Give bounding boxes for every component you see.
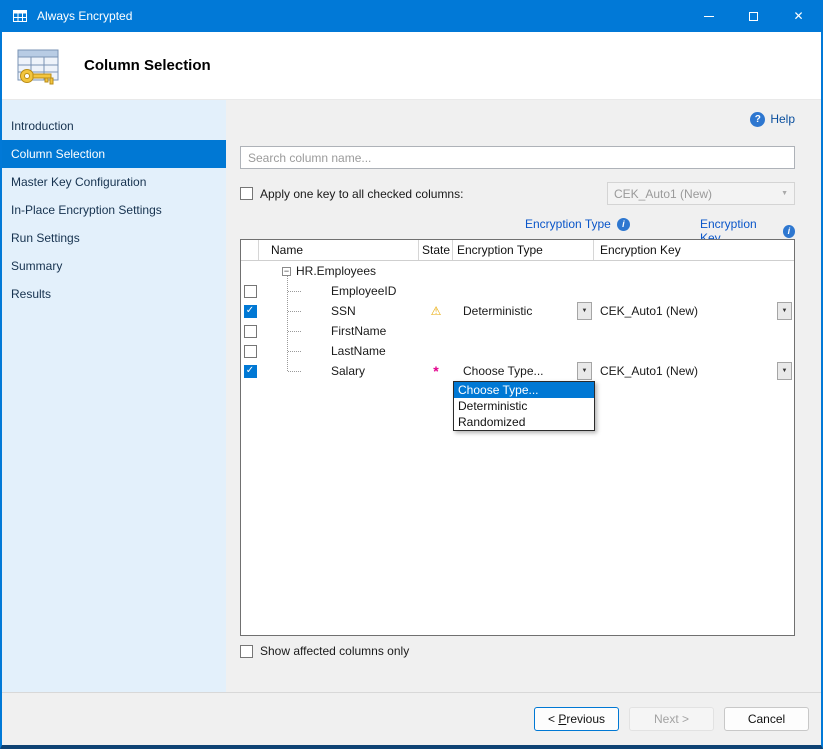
- header-name[interactable]: Name: [259, 240, 419, 260]
- always-encrypted-wizard-window: Always Encrypted ✕ Column Selecti: [0, 0, 823, 749]
- sidebar-item-in-place-encryption-settings[interactable]: In-Place Encryption Settings: [2, 196, 226, 224]
- apply-key-label: Apply one key to all checked columns:: [260, 187, 463, 201]
- page-title: Column Selection: [84, 57, 211, 74]
- table-row: FirstName: [241, 321, 794, 341]
- table-name: HR.Employees: [296, 264, 376, 278]
- content: Introduction Column Selection Master Key…: [2, 100, 821, 692]
- footer: < Previous Next > Cancel: [2, 692, 821, 745]
- column-name: SSN: [331, 304, 356, 318]
- encryption-key-value: CEK_Auto1 (New): [600, 304, 698, 318]
- columns-grid: Name State Encryption Type Encryption Ke…: [240, 239, 795, 636]
- row-checkbox[interactable]: [244, 345, 257, 358]
- table-row: ✓ SSN ⚠ Deterministic ▼ CEK_Auto1 (New) …: [241, 301, 794, 321]
- show-affected-checkbox[interactable]: [240, 645, 253, 658]
- column-links-row: Encryption Type i Encryption Key i: [240, 217, 795, 232]
- encryption-type-value: Deterministic: [463, 304, 532, 318]
- minimize-button[interactable]: [686, 0, 731, 32]
- header-checkbox-column: [241, 240, 259, 260]
- dropdown-option[interactable]: Randomized: [454, 414, 594, 430]
- header-state[interactable]: State: [419, 240, 453, 260]
- help-link[interactable]: Help: [770, 112, 795, 126]
- show-affected-row: Show affected columns only: [240, 644, 795, 658]
- sidebar-item-summary[interactable]: Summary: [2, 252, 226, 280]
- previous-button[interactable]: < Previous: [534, 707, 619, 731]
- encryption-key-dropdown-button[interactable]: ▼: [777, 302, 792, 320]
- encryption-type-info-icon[interactable]: i: [617, 218, 630, 231]
- search-input[interactable]: [240, 146, 795, 169]
- apply-key-combobox[interactable]: CEK_Auto1 (New) ▼: [607, 182, 795, 205]
- encryption-type-dropdown-button[interactable]: ▼: [577, 362, 592, 380]
- required-icon: *: [433, 363, 438, 379]
- sidebar-item-results[interactable]: Results: [2, 280, 226, 308]
- app-icon: [12, 8, 28, 24]
- tree-collapse-icon[interactable]: −: [282, 267, 291, 276]
- sidebar-item-introduction[interactable]: Introduction: [2, 112, 226, 140]
- column-name: FirstName: [331, 324, 386, 338]
- column-name: Salary: [331, 364, 365, 378]
- sidebar-item-master-key-configuration[interactable]: Master Key Configuration: [2, 168, 226, 196]
- row-checkbox[interactable]: [244, 325, 257, 338]
- apply-key-value: CEK_Auto1 (New): [614, 187, 712, 201]
- maximize-icon: [749, 12, 758, 21]
- row-checkbox[interactable]: [244, 285, 257, 298]
- encryption-type-dropdown-list: Choose Type... Deterministic Randomized: [453, 381, 595, 431]
- encryption-key-info-icon[interactable]: i: [783, 225, 795, 238]
- minimize-icon: [704, 16, 714, 17]
- sidebar-item-run-settings[interactable]: Run Settings: [2, 224, 226, 252]
- encryption-type-dropdown-button[interactable]: ▼: [577, 302, 592, 320]
- warning-icon: ⚠: [431, 304, 442, 318]
- apply-key-checkbox[interactable]: [240, 187, 253, 200]
- cancel-button[interactable]: Cancel: [724, 707, 809, 731]
- page-header: Column Selection: [2, 32, 821, 100]
- column-name: EmployeeID: [331, 284, 396, 298]
- encryption-key-dropdown-button[interactable]: ▼: [777, 362, 792, 380]
- header-encryption-key[interactable]: Encryption Key: [594, 240, 794, 260]
- column-name: LastName: [331, 344, 386, 358]
- encryption-key-value: CEK_Auto1 (New): [600, 364, 698, 378]
- dropdown-option[interactable]: Choose Type...: [454, 382, 594, 398]
- header-encryption-type[interactable]: Encryption Type: [453, 240, 594, 260]
- encryption-type-value: Choose Type...: [463, 364, 544, 378]
- table-row: EmployeeID: [241, 281, 794, 301]
- help-row: ? Help: [240, 110, 795, 128]
- grid-header: Name State Encryption Type Encryption Ke…: [241, 240, 794, 261]
- dropdown-option[interactable]: Deterministic: [454, 398, 594, 414]
- maximize-button[interactable]: [731, 0, 776, 32]
- show-affected-label: Show affected columns only: [260, 644, 409, 658]
- next-button[interactable]: Next >: [629, 707, 714, 731]
- titlebar: Always Encrypted ✕: [2, 0, 821, 32]
- apply-key-row: Apply one key to all checked columns: CE…: [240, 182, 795, 205]
- main-panel: ? Help Apply one key to all checked colu…: [226, 100, 821, 692]
- chevron-down-icon: ▼: [781, 190, 788, 197]
- row-checkbox[interactable]: ✓: [244, 365, 257, 378]
- wizard-steps-sidebar: Introduction Column Selection Master Key…: [2, 100, 226, 692]
- close-button[interactable]: ✕: [776, 0, 821, 32]
- row-checkbox[interactable]: ✓: [244, 305, 257, 318]
- table-row: ✓ Salary * Choose Type... ▼ CEK_Auto1 (N…: [241, 361, 794, 381]
- table-row: LastName: [241, 341, 794, 361]
- encryption-type-link[interactable]: Encryption Type: [525, 217, 611, 231]
- sidebar-item-column-selection[interactable]: Column Selection: [2, 140, 226, 168]
- window-title: Always Encrypted: [37, 9, 132, 23]
- table-key-icon: [15, 45, 61, 87]
- help-icon[interactable]: ?: [750, 112, 765, 127]
- table-group-row: − HR.Employees: [241, 261, 794, 281]
- window-controls: ✕: [686, 0, 821, 32]
